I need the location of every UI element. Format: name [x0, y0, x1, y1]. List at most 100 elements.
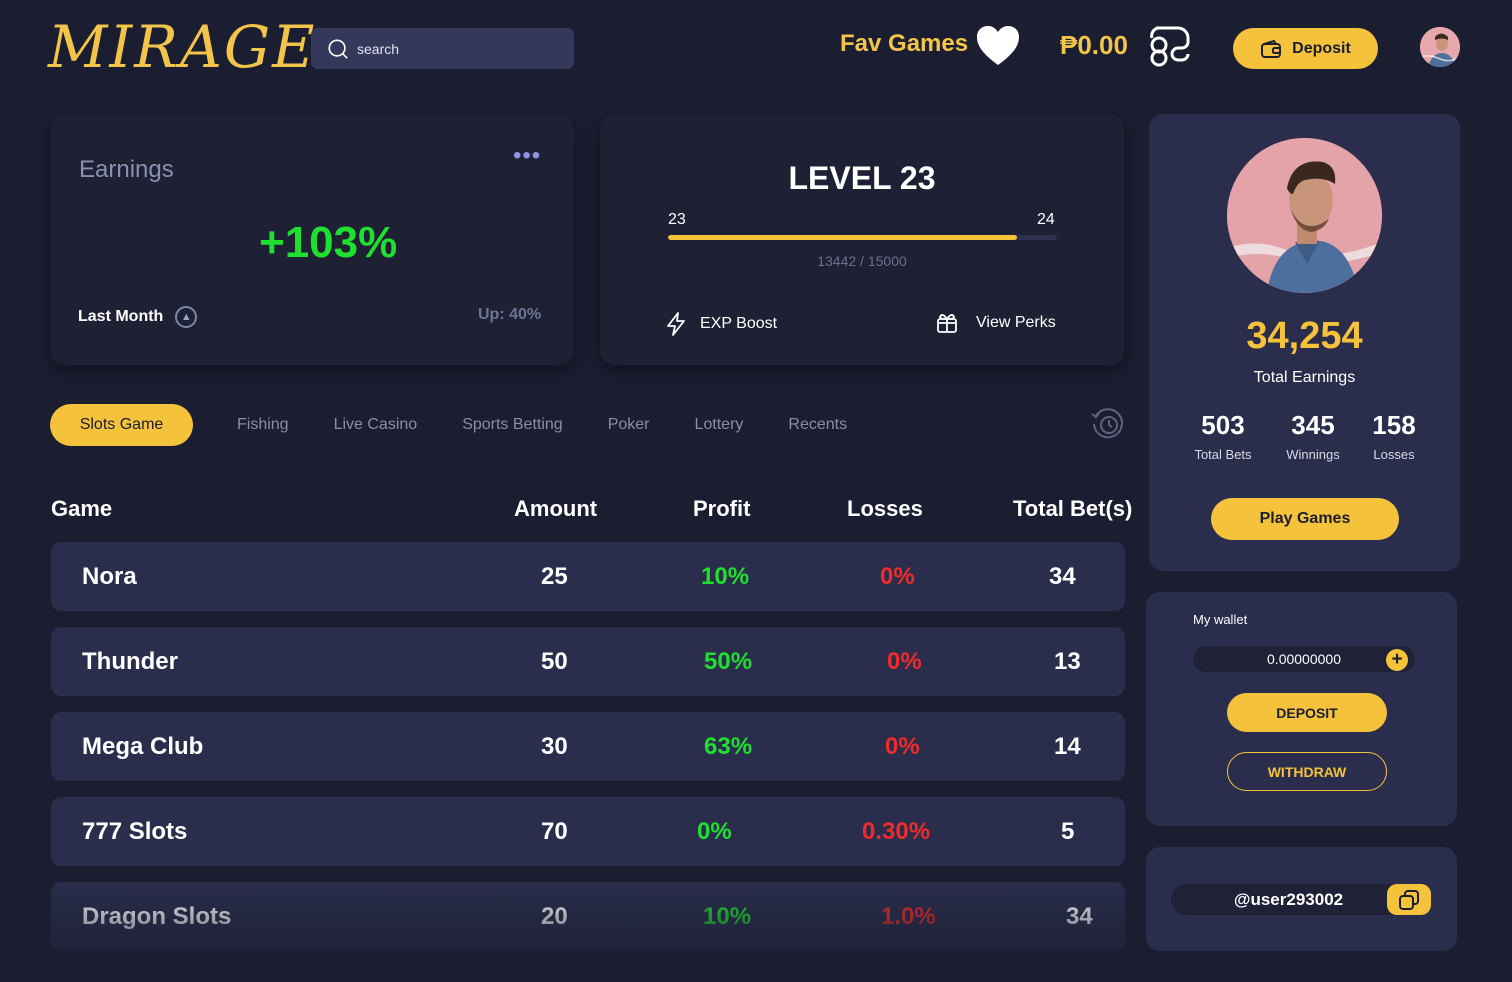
deposit-button[interactable]: Deposit	[1233, 28, 1378, 69]
exp-boost-button[interactable]: EXP Boost	[666, 312, 777, 336]
wallet-withdraw-button[interactable]: WITHDRAW	[1227, 752, 1387, 791]
cell-amount: 70	[541, 818, 568, 845]
cell-amount: 25	[541, 563, 568, 590]
stat-label: Winnings	[1286, 447, 1340, 462]
username-field[interactable]: @user293002	[1171, 884, 1406, 915]
stat-value: 345	[1291, 410, 1335, 440]
tab-recents[interactable]: Recents	[788, 416, 847, 434]
cell-losses: 0%	[885, 733, 920, 760]
cell-profit: 10%	[703, 903, 752, 930]
profile-avatar[interactable]	[1227, 138, 1382, 293]
earnings-title: Earnings	[79, 156, 174, 183]
level-progress-bar	[668, 235, 1057, 240]
username-text: @user293002	[1233, 889, 1344, 909]
cell-game: Nora	[82, 563, 137, 590]
lightning-icon	[667, 312, 685, 336]
profile-card: 34,254 Total Earnings 503 Total Bets 345…	[1149, 114, 1460, 571]
cell-total-bets: 5	[1061, 818, 1075, 845]
earnings-change: Up: 40%	[478, 306, 542, 323]
table-row[interactable]: 777 Slots 70 0% 0.30% 5	[51, 797, 1125, 866]
chevron-up-icon[interactable]: ▲	[175, 306, 198, 328]
level-title: LEVEL 23	[788, 160, 936, 196]
cell-amount: 20	[541, 903, 568, 930]
table-row[interactable]: Thunder 50 50% 0% 13	[51, 627, 1125, 696]
stat-label: Losses	[1373, 447, 1415, 462]
wallet-label: My wallet	[1193, 612, 1248, 627]
col-header-game: Game	[51, 496, 113, 521]
tab-live-casino[interactable]: Live Casino	[334, 416, 418, 434]
level-to: 24	[1037, 211, 1055, 228]
col-header-losses: Losses	[847, 496, 923, 521]
search-bar[interactable]	[311, 28, 574, 69]
stat-losses: 158 Losses	[1349, 410, 1439, 462]
cell-total-bets: 34	[1066, 903, 1093, 930]
tab-sports-betting[interactable]: Sports Betting	[462, 416, 563, 434]
stat-winnings: 345 Winnings	[1268, 410, 1358, 462]
period-label: Last Month	[78, 308, 164, 325]
history-icon[interactable]	[1090, 406, 1126, 442]
stat-value: 503	[1201, 410, 1245, 440]
cell-losses: 0%	[887, 648, 922, 675]
deposit-button-label: Deposit	[1292, 39, 1351, 57]
table-row[interactable]: Dragon Slots 20 10% 1.0% 34	[51, 882, 1125, 951]
period-selector[interactable]: Last Month ▲	[78, 306, 198, 328]
cell-total-bets: 14	[1054, 733, 1081, 760]
search-input[interactable]	[357, 40, 557, 57]
cell-total-bets: 34	[1049, 563, 1076, 590]
tab-slots-game[interactable]: Slots Game	[50, 404, 193, 446]
wallet-amount: 0.00000000	[1267, 651, 1341, 667]
cell-profit: 63%	[704, 733, 753, 760]
cell-game: Mega Club	[82, 733, 204, 760]
cell-profit: 0%	[697, 818, 732, 845]
cell-profit: 10%	[701, 563, 750, 590]
cell-amount: 50	[541, 648, 568, 675]
cell-losses: 0%	[880, 563, 915, 590]
fav-games-link[interactable]: Fav Games	[840, 30, 968, 58]
cell-amount: 30	[541, 733, 568, 760]
level-xp: 13442 / 15000	[817, 253, 907, 269]
tab-poker[interactable]: Poker	[608, 416, 650, 434]
wallet-card: My wallet 0.00000000 + DEPOSIT WITHDRAW	[1146, 592, 1457, 826]
table-row[interactable]: Nora 25 10% 0% 34	[51, 542, 1125, 611]
table-row[interactable]: Mega Club 30 63% 0% 14	[51, 712, 1125, 781]
cell-losses: 0.30%	[862, 818, 931, 845]
stat-total-bets: 503 Total Bets	[1178, 410, 1268, 462]
cell-total-bets: 13	[1054, 648, 1081, 675]
view-perks-label: View Perks	[976, 314, 1056, 331]
exp-boost-label: EXP Boost	[700, 315, 778, 332]
col-header-total-bets: Total Bet(s)	[1013, 496, 1133, 521]
cell-game: 777 Slots	[82, 818, 188, 845]
copy-username-button[interactable]	[1387, 884, 1431, 915]
game-category-tabs: Slots Game Fishing Live Casino Sports Be…	[50, 404, 892, 446]
more-options-icon[interactable]: •••	[513, 142, 541, 170]
heart-icon[interactable]	[975, 24, 1021, 68]
level-card: LEVEL 23 23 24 13442 / 15000 EXP Boost V…	[600, 114, 1124, 365]
col-header-profit: Profit	[693, 496, 751, 521]
coins-icon[interactable]	[1144, 24, 1194, 70]
total-earnings-label: Total Earnings	[1253, 369, 1356, 386]
stat-label: Total Bets	[1194, 447, 1252, 462]
cell-profit: 50%	[704, 648, 753, 675]
level-from: 23	[668, 211, 686, 228]
tab-fishing[interactable]: Fishing	[237, 416, 289, 434]
total-earnings-value: 34,254	[1246, 315, 1363, 357]
tab-lottery[interactable]: Lottery	[694, 416, 743, 434]
earnings-card: Earnings ••• +103% Last Month ▲ Up: 40%	[51, 114, 574, 365]
level-progress-fill	[668, 235, 1017, 240]
add-funds-icon[interactable]: +	[1386, 649, 1408, 671]
cell-losses: 1.0%	[881, 903, 936, 930]
user-avatar[interactable]	[1420, 27, 1460, 67]
wallet-deposit-button[interactable]: DEPOSIT	[1227, 693, 1387, 732]
cell-game: Thunder	[82, 648, 178, 675]
mirage-logo[interactable]: MIRAGE	[48, 14, 315, 80]
stat-value: 158	[1372, 410, 1416, 440]
view-perks-button[interactable]: View Perks	[936, 312, 1056, 334]
cell-game: Dragon Slots	[82, 903, 232, 930]
wallet-icon	[1261, 39, 1282, 58]
username-card: @user293002	[1146, 847, 1457, 951]
profile-photo	[1227, 138, 1382, 293]
balance-display: ₱0.00	[1060, 30, 1128, 60]
play-games-button[interactable]: Play Games	[1211, 498, 1399, 540]
gift-icon	[937, 314, 957, 333]
wallet-amount-field: 0.00000000	[1193, 646, 1415, 672]
